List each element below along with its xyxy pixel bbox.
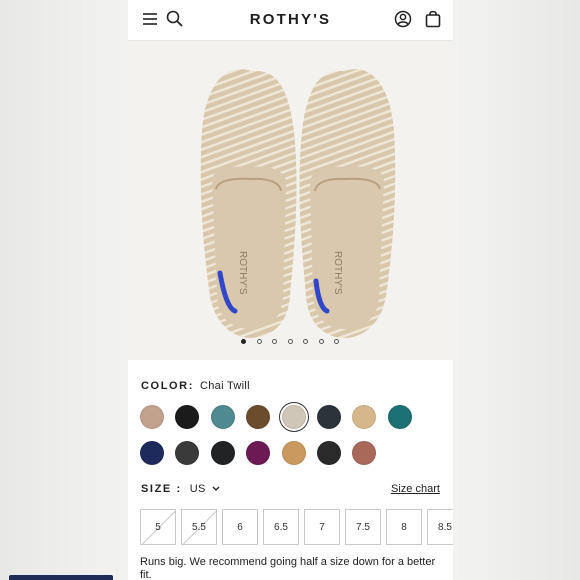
gallery-dot[interactable] bbox=[241, 339, 246, 344]
size-option[interactable]: 8 bbox=[386, 509, 422, 545]
background-right bbox=[453, 0, 580, 580]
color-label: COLOR: bbox=[141, 380, 194, 392]
size-chart-link[interactable]: Size chart bbox=[391, 483, 440, 495]
swatch-charcoal[interactable] bbox=[317, 405, 341, 429]
size-option-label: 6.5 bbox=[274, 521, 288, 533]
size-option[interactable]: 6.5 bbox=[263, 509, 299, 545]
size-option[interactable]: 5.5 bbox=[181, 509, 217, 545]
svg-text:ROTHY'S: ROTHY'S bbox=[332, 251, 343, 295]
chevron-down-icon bbox=[212, 486, 220, 492]
size-unit-value: US bbox=[189, 483, 206, 495]
bag-icon[interactable] bbox=[422, 8, 444, 30]
swatch-rose-twill[interactable] bbox=[140, 405, 164, 429]
swatch-plum[interactable] bbox=[246, 441, 271, 465]
size-option-label: 5.5 bbox=[192, 521, 206, 533]
size-heading: SIZE : US bbox=[141, 483, 220, 495]
size-option-label: 6 bbox=[237, 521, 243, 533]
bottom-bar bbox=[9, 575, 113, 580]
size-unit-select[interactable]: US bbox=[190, 483, 220, 495]
swatch-camel[interactable] bbox=[281, 441, 306, 465]
gallery-dot[interactable] bbox=[287, 339, 293, 344]
fit-note: Runs big. We recommend going half a size… bbox=[140, 556, 436, 580]
gallery-pagination bbox=[128, 339, 453, 345]
swatch-ocean-pattern[interactable] bbox=[387, 405, 412, 429]
product-image-gallery[interactable]: ROTHY'S ROTHY'S bbox=[128, 41, 453, 360]
product-page: ROTHY'S ROTHY'S ROTHY'S COLOR: Chai Twil… bbox=[128, 0, 453, 580]
swatch-chai-twill[interactable] bbox=[281, 405, 306, 429]
gallery-dot[interactable] bbox=[318, 339, 324, 344]
size-option-label: 7.5 bbox=[356, 521, 370, 533]
swatch-teal[interactable] bbox=[210, 405, 235, 429]
swatch-black-tweed[interactable] bbox=[175, 405, 200, 429]
size-option[interactable]: 5 bbox=[140, 509, 176, 545]
swatch-tan-stripe[interactable] bbox=[352, 405, 377, 429]
size-label: SIZE : bbox=[141, 483, 182, 495]
color-heading: COLOR: Chai Twill bbox=[141, 380, 250, 392]
swatch-terracotta[interactable] bbox=[352, 441, 377, 465]
selected-color-name: Chai Twill bbox=[199, 380, 250, 392]
size-option[interactable]: 8.5 bbox=[427, 509, 453, 545]
size-option-label: 8.5 bbox=[438, 521, 452, 533]
gallery-dot[interactable] bbox=[334, 339, 339, 344]
swatch-black-floral[interactable] bbox=[317, 441, 341, 465]
size-option-label: 7 bbox=[319, 521, 325, 533]
account-icon[interactable] bbox=[392, 8, 414, 30]
swatch-black[interactable] bbox=[210, 441, 235, 465]
background-left bbox=[0, 0, 128, 580]
size-option[interactable]: 7 bbox=[304, 509, 340, 545]
size-option-label: 8 bbox=[401, 521, 407, 533]
gallery-dot[interactable] bbox=[303, 339, 308, 344]
svg-text:ROTHY'S: ROTHY'S bbox=[237, 251, 248, 295]
product-photo: ROTHY'S ROTHY'S bbox=[200, 69, 396, 339]
gallery-dot[interactable] bbox=[272, 339, 277, 344]
site-header: ROTHY'S bbox=[128, 0, 453, 41]
size-option[interactable]: 6 bbox=[222, 509, 258, 545]
gallery-dot[interactable] bbox=[256, 339, 262, 344]
size-option-label: 5 bbox=[155, 521, 161, 533]
swatch-black-white-tweed[interactable] bbox=[175, 441, 200, 465]
size-option[interactable]: 7.5 bbox=[345, 509, 381, 545]
swatch-leopard[interactable] bbox=[246, 405, 271, 429]
swatch-navy[interactable] bbox=[140, 441, 164, 465]
